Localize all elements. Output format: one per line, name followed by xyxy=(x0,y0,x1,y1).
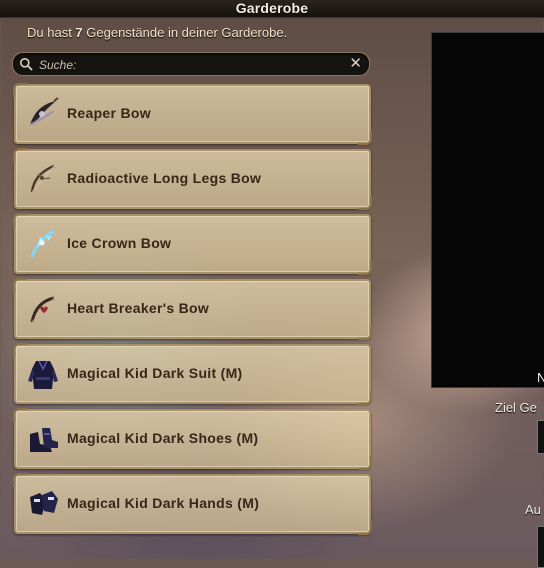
item-label: Magical Kid Dark Shoes (M) xyxy=(67,430,259,446)
preview-corner-label: N xyxy=(537,370,544,385)
dark-hands-icon xyxy=(30,491,58,515)
wardrobe-item[interactable]: Ice Crown Bow xyxy=(13,213,372,275)
item-corner-ornament xyxy=(358,326,372,340)
item-corner-ornament xyxy=(358,131,372,145)
dark-shoes-icon xyxy=(30,428,58,452)
count-number: 7 xyxy=(75,25,83,40)
wardrobe-item[interactable]: Magical Kid Dark Suit (M) xyxy=(13,343,372,405)
wardrobe-item[interactable]: Magical Kid Dark Hands (M) xyxy=(13,473,372,535)
item-corner-ornament xyxy=(358,196,372,210)
clear-search-icon[interactable]: ✕ xyxy=(349,54,362,74)
wardrobe-item[interactable]: Magical Kid Dark Shoes (M) xyxy=(13,408,372,470)
item-label: Magical Kid Dark Suit (M) xyxy=(67,365,243,381)
heart-breaker-bow-icon xyxy=(30,296,55,323)
item-corner-ornament xyxy=(358,521,372,535)
item-label: Reaper Bow xyxy=(67,105,151,121)
wardrobe-item[interactable]: Reaper Bow xyxy=(13,83,372,145)
item-label: Heart Breaker's Bow xyxy=(67,300,210,316)
wardrobe-item[interactable]: Radioactive Long Legs Bow xyxy=(13,148,372,210)
wardrobe-item[interactable]: Heart Breaker's Bow xyxy=(13,278,372,340)
search-icon xyxy=(20,58,33,71)
search-input[interactable] xyxy=(37,55,341,74)
target-label: Ziel Ge xyxy=(495,400,537,415)
radioactive-bow-icon xyxy=(30,164,55,193)
character-preview[interactable] xyxy=(431,32,544,388)
item-corner-ornament xyxy=(358,261,372,275)
dark-suit-icon xyxy=(28,360,58,389)
window-title: Garderobe xyxy=(235,0,309,16)
item-count-text: Du hast 7 Gegenstände in deiner Garderob… xyxy=(27,25,287,40)
bottom-slot[interactable] xyxy=(537,526,544,568)
item-corner-ornament xyxy=(358,391,372,405)
bottom-label: Au xyxy=(525,502,541,517)
search-bar[interactable]: ✕ xyxy=(12,52,370,76)
count-suffix: Gegenstände in deiner Garderobe. xyxy=(82,25,288,40)
item-label: Magical Kid Dark Hands (M) xyxy=(67,495,260,511)
reaper-bow-icon xyxy=(29,97,59,126)
item-label: Ice Crown Bow xyxy=(67,235,172,251)
item-label: Radioactive Long Legs Bow xyxy=(67,170,262,186)
ice-crown-bow-icon xyxy=(30,229,55,258)
target-slot[interactable] xyxy=(537,420,544,454)
count-prefix: Du hast xyxy=(27,25,76,40)
item-corner-ornament xyxy=(358,456,372,470)
